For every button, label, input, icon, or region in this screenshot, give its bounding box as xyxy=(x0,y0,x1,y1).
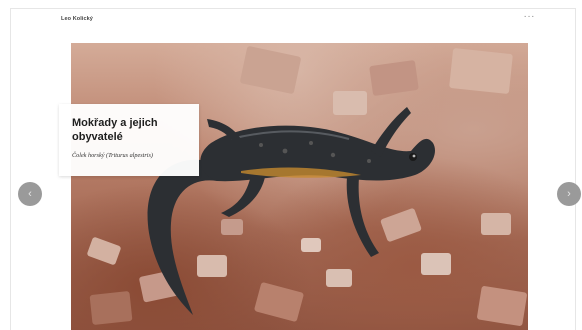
site-brand[interactable]: Leo Kolický xyxy=(61,16,93,22)
chevron-right-icon: › xyxy=(567,188,571,200)
slide-title: Mokřady a jejich obyvatelé xyxy=(72,117,158,143)
chevron-left-icon: ‹ xyxy=(28,188,32,200)
top-bar: Leo Kolický ··· xyxy=(10,8,576,34)
slide-subtitle: Čolek horský (Triturus alpestris) xyxy=(72,152,153,159)
slide-photo xyxy=(71,43,528,330)
slide-caption: Mokřady a jejich obyvatelé Čolek horský … xyxy=(59,104,199,176)
newt-illustration xyxy=(147,107,435,315)
more-menu-icon[interactable]: ··· xyxy=(524,12,536,22)
next-slide-button[interactable]: › xyxy=(557,182,581,206)
previous-slide-button[interactable]: ‹ xyxy=(18,182,42,206)
